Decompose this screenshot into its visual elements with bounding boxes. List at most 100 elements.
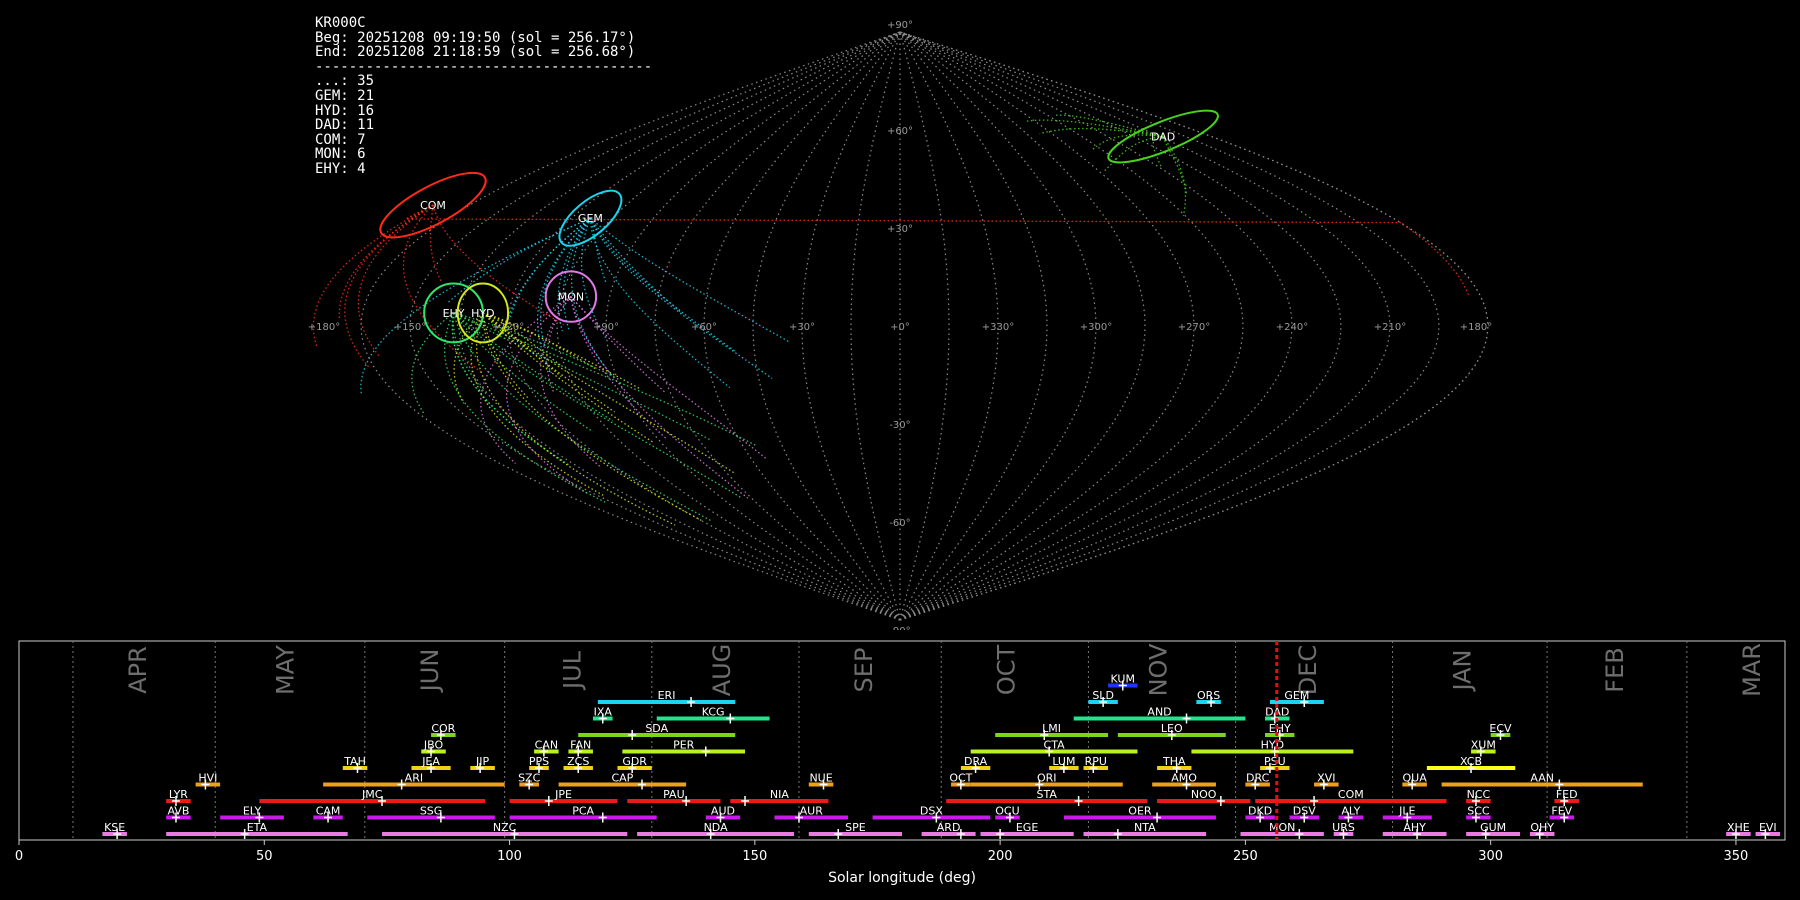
station-info: KR000C Beg: 20251208 09:19:50 (sol = 256.… xyxy=(315,16,652,177)
shower-label: ZCS xyxy=(567,755,589,768)
month-label: SEP xyxy=(850,648,878,693)
meteor-trail xyxy=(429,205,442,282)
shower-label: PPS xyxy=(529,755,549,768)
meteor-trail xyxy=(540,217,591,349)
count-item: HYD: 16 xyxy=(315,102,375,119)
lon-tick-label: +240° xyxy=(1276,322,1308,333)
shower-label: JEA xyxy=(421,755,440,768)
shower-label: AVB xyxy=(167,805,189,818)
x-tick-label: 250 xyxy=(1233,849,1258,864)
shower-label: STA xyxy=(1037,788,1058,801)
shower-label: AMO xyxy=(1171,772,1197,785)
end-time: End: 20251208 21:18:59 (sol = 256.68°) xyxy=(315,44,636,61)
meteor-trail xyxy=(482,312,736,475)
station-code: KR000C xyxy=(315,15,366,31)
shower-label: RPU xyxy=(1085,755,1107,768)
lon-tick-label: +210° xyxy=(1374,322,1406,333)
meteor-trails xyxy=(312,114,1469,526)
shower-label: NIA xyxy=(770,788,789,801)
x-tick-label: 200 xyxy=(988,849,1013,864)
shower-label: EGE xyxy=(1016,821,1038,834)
lat-tick-label: +90° xyxy=(887,20,913,31)
month-label: JUN xyxy=(416,649,444,694)
shower-label: ORS xyxy=(1197,689,1220,702)
begin-time: Beg: 20251208 09:19:50 (sol = 256.17°) xyxy=(315,29,636,46)
shower-label: ARD xyxy=(937,821,961,834)
month-label: OCT xyxy=(992,645,1020,696)
shower-label: URS xyxy=(1332,821,1355,834)
shower-label: SZC xyxy=(518,772,541,785)
meteor-trail xyxy=(405,204,1469,296)
shower-label: XUM xyxy=(1471,739,1496,752)
meteor-trail xyxy=(338,204,434,319)
x-tick-label: 50 xyxy=(256,849,273,864)
month-label: MAY xyxy=(271,645,299,695)
radiant-label: MON xyxy=(558,291,584,304)
meteor-trail xyxy=(589,217,790,343)
meteor-trail xyxy=(451,312,570,466)
shower-label: PAU xyxy=(663,788,685,801)
shower-label: ETA xyxy=(247,821,268,834)
shower-label: GEM xyxy=(1284,689,1309,702)
shower-label: SSG xyxy=(420,805,443,818)
lon-tick-label: +0° xyxy=(890,322,910,333)
shower-label: SLD xyxy=(1092,689,1114,702)
shower-label: OHY xyxy=(1530,821,1554,834)
shower-label: DSV xyxy=(1293,805,1316,818)
meteor-trail xyxy=(443,312,608,504)
shower-label: NOO xyxy=(1191,788,1217,801)
shower-label: KSE xyxy=(104,821,125,834)
shower-label: EVI xyxy=(1759,821,1777,834)
shower-label: MON xyxy=(1269,821,1295,834)
lat-tick-label: -30° xyxy=(889,420,910,431)
shower-label: KCG xyxy=(702,706,725,719)
shower-label: PCA xyxy=(572,805,594,818)
lon-tick-label: +180° xyxy=(308,322,340,333)
lon-tick-label: +120° xyxy=(492,322,524,333)
count-item: ...: 35 xyxy=(315,73,375,90)
meteor-trail xyxy=(557,217,591,332)
meteor-trail xyxy=(344,204,434,370)
shower-label: CTA xyxy=(1044,739,1066,752)
shower-label: LYR xyxy=(169,788,188,801)
shower-label: NZC xyxy=(493,821,517,834)
month-label: JAN xyxy=(1449,649,1477,692)
count-item: GEM: 21 xyxy=(315,87,375,104)
shower-label: GUM xyxy=(1480,821,1506,834)
lon-tick-label: +180° xyxy=(1460,322,1492,333)
shower-label: DRA xyxy=(964,755,988,768)
lon-tick-label: +30° xyxy=(789,322,815,333)
shower-label: AUR xyxy=(800,805,824,818)
shower-label: HYD xyxy=(1261,739,1284,752)
shower-label: NTA xyxy=(1134,821,1156,834)
shower-label: COR xyxy=(431,722,455,735)
lon-tick-label: +300° xyxy=(1080,322,1112,333)
shower-label: SDA xyxy=(645,722,668,735)
shower-label: DRC xyxy=(1246,772,1270,785)
shower-label: SCC xyxy=(1467,805,1490,818)
shower-label: LEO xyxy=(1161,722,1183,735)
shower-label: JPE xyxy=(554,788,572,801)
shower-label: PER xyxy=(673,739,695,752)
count-item: COM: 7 xyxy=(315,131,366,148)
shower-label: AHY xyxy=(1403,821,1426,834)
lat-tick-label: +30° xyxy=(887,224,913,235)
shower-label: PSU xyxy=(1264,755,1286,768)
lon-tick-label: +330° xyxy=(982,322,1014,333)
meteor-trail xyxy=(562,217,591,330)
month-label: DEC xyxy=(1294,645,1322,695)
shower-label: NCC xyxy=(1467,788,1491,801)
shower-label: ELY xyxy=(243,805,262,818)
separator-line: ---------------------------------------- xyxy=(315,58,653,75)
shower-label: JLE xyxy=(1398,805,1415,818)
shower-label: DKD xyxy=(1248,805,1272,818)
shower-label: NDA xyxy=(704,821,729,834)
month-label: AUG xyxy=(708,644,736,697)
shower-label: ERI xyxy=(658,689,676,702)
shower-label: ECV xyxy=(1489,722,1512,735)
shower-label: OER xyxy=(1128,805,1152,818)
shower-label: CAN xyxy=(535,739,558,752)
month-label: FEB xyxy=(1601,647,1629,692)
shower-label: LMI xyxy=(1042,722,1061,735)
count-item: DAD: 11 xyxy=(315,117,375,134)
